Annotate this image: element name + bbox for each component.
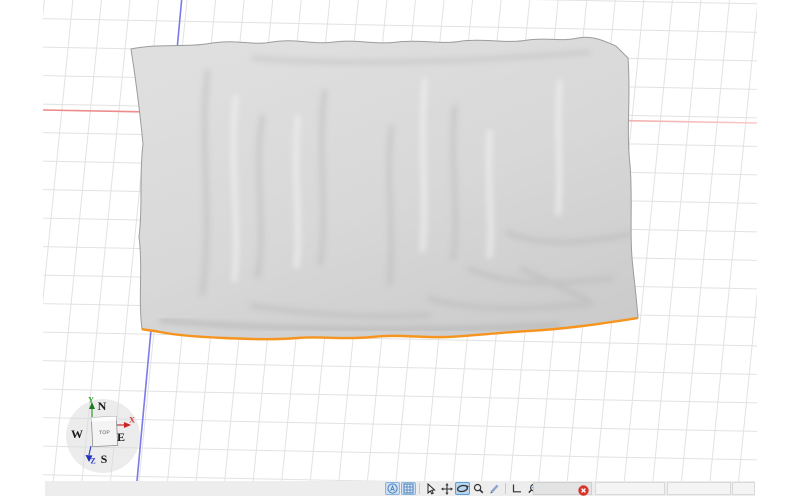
snap-toggle-button[interactable] [385, 482, 400, 495]
view-cube-label: TOP [99, 430, 111, 437]
compass-x-label: X [129, 416, 135, 425]
select-tool-button[interactable] [423, 482, 438, 495]
toolbar-separator [419, 483, 420, 494]
status-bar [45, 481, 755, 496]
move-icon [440, 482, 453, 495]
pan-tool-button[interactable] [439, 482, 454, 495]
pencil-icon [490, 484, 499, 494]
orbit-icon [456, 484, 469, 493]
cloth-mesh[interactable] [130, 36, 639, 341]
toolbar-separator [505, 483, 506, 494]
bottom-toolbar [385, 482, 540, 495]
grid-toggle-button[interactable] [401, 482, 416, 495]
view-cube[interactable]: TOP [90, 415, 119, 448]
view-orientation-compass[interactable]: TOP N W E S Y X Z [62, 395, 146, 479]
status-field-3[interactable] [732, 482, 755, 495]
compass-north-label[interactable]: N [98, 399, 107, 413]
clear-button[interactable] [578, 484, 589, 496]
compass-south-label[interactable]: S [101, 452, 108, 466]
circled-a-icon [387, 483, 398, 494]
compass-z-label: Z [90, 457, 95, 466]
status-field-1[interactable] [595, 482, 665, 495]
grid-icon [403, 483, 414, 494]
compass-west-label[interactable]: W [71, 427, 83, 441]
corner-icon [512, 484, 521, 493]
status-field-2[interactable] [667, 482, 731, 495]
magnifier-icon [473, 483, 484, 494]
pencil-tool-button[interactable] [487, 482, 502, 495]
zoom-tool-button[interactable] [471, 482, 486, 495]
red-x-icon [578, 485, 589, 496]
cursor-icon [427, 482, 436, 494]
app-window: TOP N W E S Y X Z [0, 0, 800, 500]
orbit-tool-button[interactable] [455, 482, 470, 495]
corner-axis-tool-button[interactable] [509, 482, 524, 495]
compass-east-label[interactable]: E [117, 430, 125, 444]
compass-y-label: Y [88, 396, 94, 405]
status-field-message[interactable] [533, 482, 592, 496]
